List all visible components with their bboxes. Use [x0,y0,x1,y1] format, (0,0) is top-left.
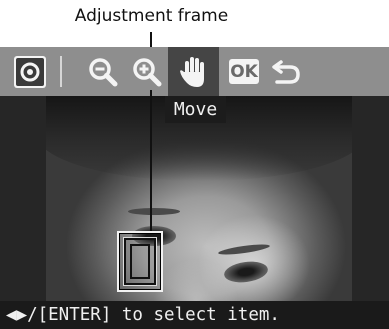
status-text: ◀▶/[ENTER] to select item. [6,305,280,325]
status-bar: ◀▶/[ENTER] to select item. [0,301,389,329]
preview-icon [13,55,47,89]
photo-right-eye [222,259,270,285]
toolbar: OK [0,47,389,96]
ok-icon: OK [229,59,259,84]
preview-button[interactable] [10,47,50,96]
back-icon [271,58,301,86]
adjustment-frame-inner [124,238,156,285]
back-button[interactable] [268,47,304,96]
photo-left-brow [128,208,180,215]
printer-lcd-screen: OK Move ◀▶/[ENTER] to select item. [0,47,389,329]
hand-move-icon [179,55,209,89]
zoom-in-icon [131,56,163,88]
photo-right-brow [217,242,271,257]
move-tooltip: Move [165,96,226,123]
adjustment-frame-core [130,244,150,279]
zoom-out-icon [87,56,119,88]
toolbar-divider [60,56,62,87]
ok-button[interactable]: OK [226,47,262,96]
photo-preview[interactable] [46,96,352,301]
zoom-in-button[interactable] [129,47,165,96]
zoom-out-button[interactable] [85,47,121,96]
adjustment-frame[interactable] [117,231,163,292]
move-button[interactable] [168,47,219,96]
callout-leader-line-lower [150,90,152,231]
adjustment-frame-callout: Adjustment frame [74,6,229,26]
